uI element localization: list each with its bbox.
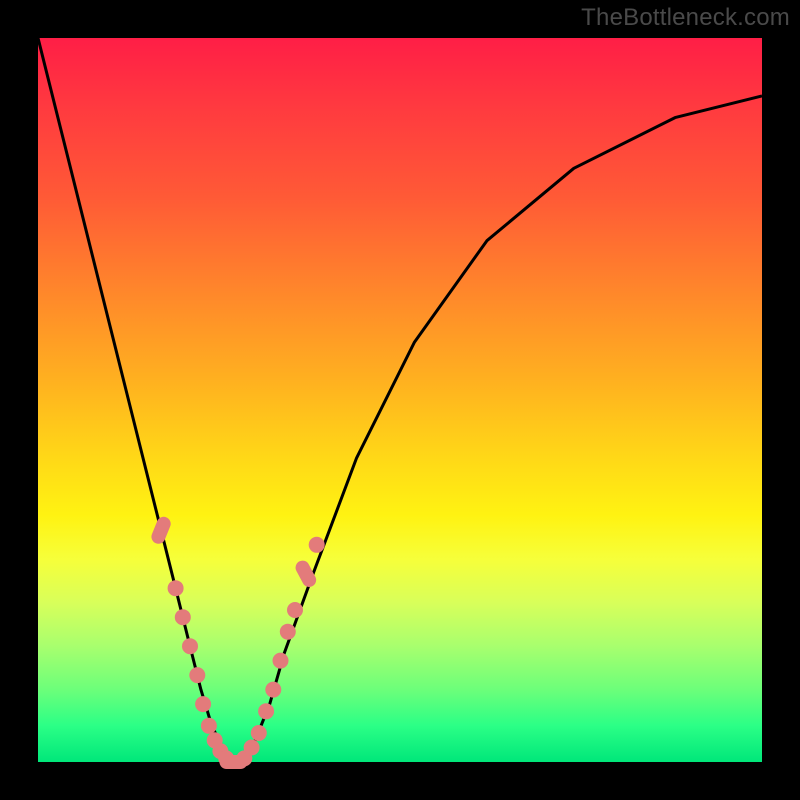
marker-dot: [309, 537, 325, 553]
marker-dot: [273, 653, 289, 669]
marker-dot: [287, 602, 303, 618]
watermark-text: TheBottleneck.com: [581, 4, 790, 32]
marker-dot: [195, 696, 211, 712]
marker-pill: [149, 515, 172, 546]
marker-dot: [251, 725, 267, 741]
marker-dot: [201, 718, 217, 734]
marker-dot: [265, 682, 281, 698]
marker-dot: [175, 609, 191, 625]
chart-svg: [38, 38, 762, 762]
highlight-markers: [149, 515, 324, 769]
marker-dot: [244, 740, 260, 756]
marker-dot: [280, 624, 296, 640]
bottleneck-curve: [38, 38, 762, 762]
marker-pill: [293, 558, 319, 589]
marker-dot: [168, 580, 184, 596]
marker-dot: [258, 703, 274, 719]
marker-dot: [189, 667, 205, 683]
plot-area: [38, 38, 762, 762]
marker-dot: [182, 638, 198, 654]
chart-frame: TheBottleneck.com: [0, 0, 800, 800]
